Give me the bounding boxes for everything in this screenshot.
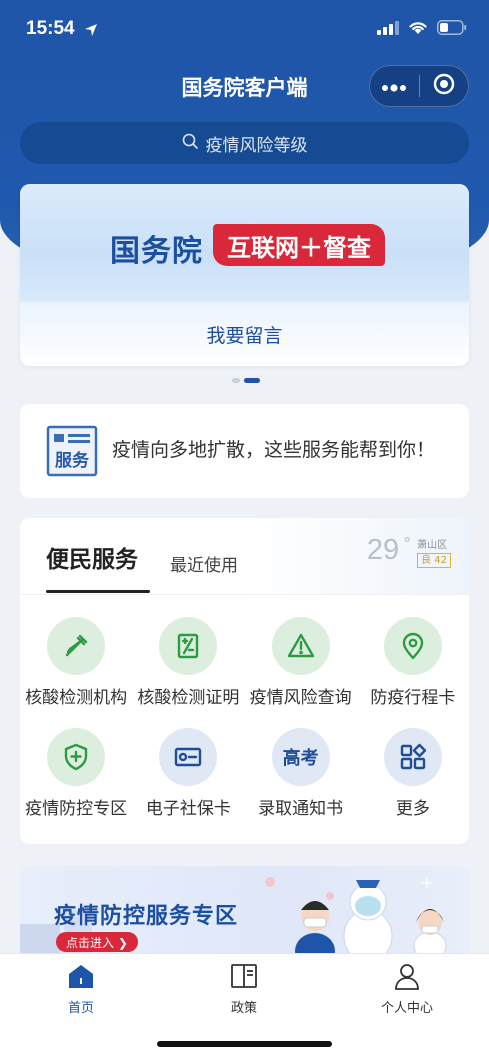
service-epidemic-control-zone[interactable]: 疫情防控专区	[20, 728, 132, 819]
epidemic-service-banner[interactable]: + 疫情防控服务专区 点击进入 ❯	[20, 866, 469, 956]
notice-card[interactable]: 服务 疫情向多地扩散，这些服务能帮到你！	[20, 404, 469, 498]
certificate-icon	[159, 617, 218, 675]
miniprogram-capsule	[369, 65, 469, 107]
banner-pill: 互联网＋督查	[213, 224, 385, 266]
air-quality-badge: 良 42	[417, 553, 451, 568]
gaokao-icon-label: 高考	[282, 748, 319, 769]
weather-degree-unit: °	[403, 534, 412, 553]
id-card-icon	[159, 728, 218, 786]
service-travel-card[interactable]: 防疫行程卡	[357, 617, 469, 708]
search-bar[interactable]: 疫情风险等级	[20, 122, 469, 164]
tab-label: 首页	[67, 1001, 94, 1016]
location-icon	[383, 617, 442, 675]
user-icon	[392, 962, 422, 994]
dropper-icon	[47, 617, 106, 675]
location-arrow-icon	[84, 22, 98, 41]
services-grid: 核酸检测机构 核酸检测证明 疫情风险查询 防疫行程卡 疫情防控专区 电子社保卡 …	[20, 595, 469, 819]
service-nucleic-test-certificate[interactable]: 核酸检测证明	[132, 617, 244, 708]
tab-recently-used[interactable]: 最近使用	[170, 551, 238, 576]
tab-home[interactable]: 首页	[21, 962, 141, 1016]
leave-message-link[interactable]: 我要留言	[20, 302, 469, 366]
banner-carousel[interactable]: 国务院 互联网＋督查 我要留言	[20, 184, 469, 366]
more-dots-icon	[381, 77, 407, 96]
service-epidemic-risk-query[interactable]: 疫情风险查询	[245, 617, 357, 708]
signal-icon	[377, 20, 399, 39]
close-miniprogram-button[interactable]	[420, 66, 469, 106]
weather-temperature: 29	[366, 534, 400, 566]
service-more[interactable]: 更多	[357, 728, 469, 819]
carousel-dot-active	[244, 378, 260, 383]
service-label: 录取通知书	[258, 799, 344, 819]
tab-policy[interactable]: 政策	[184, 962, 304, 1016]
tab-convenience-services[interactable]: 便民服务	[46, 540, 138, 574]
service-social-security-card[interactable]: 电子社保卡	[132, 728, 244, 819]
svg-text:+: +	[420, 873, 433, 892]
service-label: 疫情风险查询	[249, 688, 352, 708]
target-circle-icon	[433, 73, 455, 99]
service-label: 更多	[395, 799, 430, 819]
shield-plus-icon	[47, 728, 106, 786]
active-tab-underline	[46, 590, 150, 593]
status-time: 15:54	[26, 18, 75, 39]
status-bar: 15:54	[0, 0, 489, 60]
service-label: 核酸检测证明	[137, 688, 240, 708]
notice-text: 疫情向多地扩散，这些服务能帮到你！	[112, 439, 436, 462]
banner-image: 国务院 互联网＋督查	[20, 184, 469, 302]
more-menu-button[interactable]	[370, 66, 419, 106]
battery-icon	[437, 20, 467, 39]
search-icon	[182, 133, 198, 154]
service-document-icon: 服务	[46, 425, 98, 477]
warning-icon	[271, 617, 330, 675]
promo-title: 疫情防控服务专区	[54, 904, 239, 929]
home-icon	[66, 962, 96, 994]
search-placeholder: 疫情风险等级	[205, 135, 308, 156]
service-icon-label: 服务	[55, 450, 90, 471]
wifi-icon	[408, 20, 428, 39]
carousel-dot	[232, 378, 240, 383]
book-icon	[229, 962, 259, 994]
service-label: 防疫行程卡	[370, 688, 456, 708]
services-card: 便民服务 最近使用 29 ° 萧山区 良 42 核酸检测机构 核酸检测证明 疫情…	[20, 518, 469, 844]
banner-main-text: 国务院	[110, 234, 203, 269]
tab-label: 个人中心	[380, 1001, 433, 1016]
services-header: 便民服务 最近使用 29 ° 萧山区 良 42	[20, 518, 469, 594]
home-indicator	[157, 1041, 332, 1047]
enter-button[interactable]: 点击进入 ❯	[56, 932, 138, 952]
service-label: 疫情防控专区	[25, 799, 128, 819]
service-label: 电子社保卡	[145, 799, 231, 819]
service-label: 核酸检测机构	[25, 688, 128, 708]
tab-personal-center[interactable]: 个人中心	[347, 962, 467, 1016]
carousel-indicator	[232, 378, 260, 383]
weather-district: 萧山区	[417, 540, 448, 551]
grid-icon	[383, 728, 442, 786]
service-nucleic-test-agency[interactable]: 核酸检测机构	[20, 617, 132, 708]
gaokao-icon: 高考	[271, 728, 330, 786]
tab-label: 政策	[230, 1001, 257, 1016]
weather-widget: 29 ° 萧山区 良 42	[366, 534, 451, 568]
service-admission-notice[interactable]: 高考 录取通知书	[245, 728, 357, 819]
